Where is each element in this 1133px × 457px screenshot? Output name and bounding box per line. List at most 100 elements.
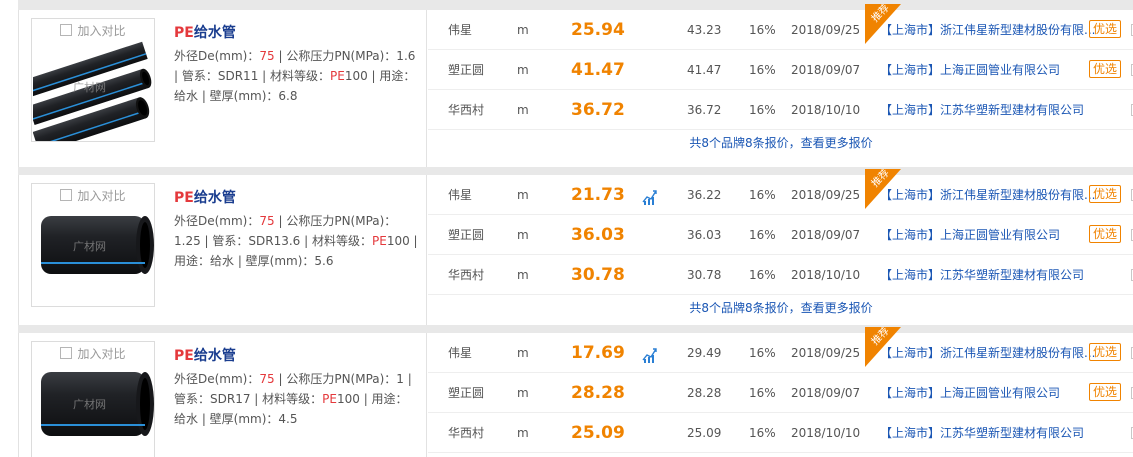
product-specs: 外径De(mm)：75 | 公称压力PN(MPa)：1.6 | 管系：SDR11… bbox=[174, 46, 419, 106]
unit: m bbox=[517, 103, 529, 117]
supplier-region: 【上海市】 bbox=[880, 426, 941, 440]
unit: m bbox=[517, 346, 529, 360]
quote-date: 2018/10/10 bbox=[791, 268, 861, 282]
price-trend-icon[interactable] bbox=[642, 333, 658, 373]
spec-od-label: 外径De(mm)： bbox=[174, 49, 260, 63]
brand-name: 伟星 bbox=[448, 23, 473, 37]
reference-price: 41.47 bbox=[687, 63, 722, 77]
unit: m bbox=[517, 188, 529, 202]
price: 41.47 bbox=[571, 60, 625, 80]
supplier-name: 浙江伟星新型建材股份有限... bbox=[940, 346, 1096, 360]
supplier-link[interactable]: 【上海市】上海正圆管业有限公司 bbox=[880, 215, 1060, 255]
price: 25.94 bbox=[571, 20, 625, 40]
recommend-label: 推荐 bbox=[869, 327, 892, 348]
spec-sdr: 管系：SDR17 | 材料等级： bbox=[174, 392, 323, 406]
add-compare-checkbox[interactable]: 加入对比 bbox=[32, 342, 154, 364]
spec-od-value: 75 bbox=[259, 49, 275, 63]
price: 36.03 bbox=[571, 225, 625, 245]
product-info: 加入对比 广材网 PE给水管 外径De(mm)：75 | 公称压力PN(MPa)：1.… bbox=[19, 175, 427, 325]
brand-name: 塑正圆 bbox=[448, 63, 485, 77]
quote-row[interactable]: 塑正圆 m 28.28 28.28 16% 2018/09/07 【上海市】上海正圆管业有限… bbox=[428, 373, 1133, 413]
supplier-name: 上海正圆管业有限公司 bbox=[940, 228, 1061, 242]
unit: m bbox=[517, 386, 529, 400]
quote-date: 2018/09/25 bbox=[791, 346, 861, 360]
product-title-text: 给水管 bbox=[193, 348, 236, 364]
add-compare-label: 加入对比 bbox=[77, 346, 126, 361]
spec-material: PE bbox=[371, 234, 387, 248]
product-specs: 外径De(mm)：75 | 公称压力PN(MPa)：1 | 管系：SDR17 |… bbox=[174, 369, 419, 429]
supplier-link[interactable]: 【上海市】浙江伟星新型建材股份有限... bbox=[880, 333, 1095, 373]
product-thumbnail[interactable]: 加入对比广材网 bbox=[31, 341, 155, 457]
quote-date: 2018/09/25 bbox=[791, 23, 861, 37]
checkbox-icon[interactable] bbox=[60, 347, 73, 359]
quote-date: 2018/09/07 bbox=[791, 228, 861, 242]
supplier-link[interactable]: 【上海市】上海正圆管业有限公司 bbox=[880, 373, 1060, 413]
checkbox-icon[interactable] bbox=[60, 189, 73, 201]
divider bbox=[18, 325, 1133, 333]
unit: m bbox=[517, 23, 529, 37]
more-quotes-link[interactable]: 共8个品牌8条报价，查看更多报价 bbox=[428, 295, 1133, 322]
supplier-link[interactable]: 【上海市】江苏华塑新型建材有限公司 bbox=[880, 255, 1084, 295]
spec-od-label: 外径De(mm)： bbox=[174, 214, 260, 228]
product-thumbnail[interactable]: 加入对比 广材网 bbox=[31, 183, 155, 307]
product-title-link[interactable]: PE给水管 bbox=[174, 187, 236, 207]
supplier-link[interactable]: 【上海市】江苏华塑新型建材有限公司 bbox=[880, 90, 1084, 130]
quote-row[interactable]: 华西村 m 36.72 36.72 16% 2018/10/10 【上海市】江苏华塑新型建材… bbox=[428, 90, 1133, 130]
supplier-link[interactable]: 【上海市】江苏华塑新型建材有限公司 bbox=[880, 413, 1084, 453]
product-title-link[interactable]: PE给水管 bbox=[174, 345, 236, 365]
pipe-image: 广材网 bbox=[33, 206, 154, 305]
supplier-link[interactable]: 【上海市】上海正圆管业有限公司 bbox=[880, 50, 1060, 90]
quote-date: 2018/10/10 bbox=[791, 103, 861, 117]
divider bbox=[18, 0, 1133, 10]
preferred-badge: 优选 bbox=[1089, 225, 1122, 243]
quote-row[interactable]: 塑正圆 m 36.03 36.03 16% 2018/09/07 【上海市】上海正圆管业有限… bbox=[428, 215, 1133, 255]
price: 17.69 bbox=[571, 343, 625, 363]
unit: m bbox=[517, 63, 529, 77]
supplier-region: 【上海市】 bbox=[880, 386, 941, 400]
product-specs: 外径De(mm)：75 | 公称压力PN(MPa)：1.25 | 管系：SDR1… bbox=[174, 211, 419, 271]
add-compare-checkbox[interactable]: 加入对比 bbox=[32, 19, 154, 41]
brand-name: 塑正圆 bbox=[448, 228, 485, 242]
spec-od-value: 75 bbox=[259, 372, 275, 386]
pipe-image: 广材网 bbox=[32, 41, 153, 141]
product-title-text: 给水管 bbox=[193, 190, 236, 206]
quote-row[interactable]: 伟星 m 25.94 43.23 16% 2018/09/25 【上海市】浙江伟星新型建材股… bbox=[428, 4, 1133, 50]
more-quotes-link[interactable]: 共8个品牌8条报价，查看更多报价 bbox=[428, 130, 1133, 157]
price-trend-icon[interactable] bbox=[642, 175, 658, 215]
unit: m bbox=[517, 268, 529, 282]
checkbox-icon[interactable] bbox=[60, 24, 73, 36]
pipe-image: 广材网 bbox=[33, 364, 154, 457]
supplier-link[interactable]: 【上海市】浙江伟星新型建材股份有限... bbox=[880, 10, 1095, 50]
quote-date: 2018/09/07 bbox=[791, 63, 861, 77]
price: 30.78 bbox=[571, 265, 625, 285]
tax-rate: 16% bbox=[749, 63, 776, 77]
recommend-badge: 推荐 bbox=[865, 169, 901, 209]
quote-row[interactable]: 塑正圆 m 41.47 41.47 16% 2018/09/07 【上海市】上海正圆管业有限… bbox=[428, 50, 1133, 90]
brand-name: 华西村 bbox=[448, 426, 485, 440]
quote-row[interactable]: 伟星 m 21.73 36.22 16% 2018/09/25 【上海市】浙江伟星新型建材股… bbox=[428, 169, 1133, 215]
preferred-badge: 优选 bbox=[1089, 343, 1122, 361]
quote-row[interactable]: 华西村 m 30.78 30.78 16% 2018/10/10 【上海市】江苏华塑新型建材… bbox=[428, 255, 1133, 295]
supplier-name: 上海正圆管业有限公司 bbox=[940, 63, 1061, 77]
product-title-prefix: PE bbox=[174, 190, 194, 206]
supplier-region: 【上海市】 bbox=[880, 228, 941, 242]
brand-name: 伟星 bbox=[448, 188, 473, 202]
spec-sdr: 管系：SDR13.6 | 材料等级： bbox=[212, 234, 372, 248]
spec-od-value: 75 bbox=[259, 214, 275, 228]
unit: m bbox=[517, 426, 529, 440]
recommend-label: 推荐 bbox=[869, 4, 892, 25]
supplier-name: 浙江伟星新型建材股份有限... bbox=[940, 188, 1096, 202]
add-compare-checkbox[interactable]: 加入对比 bbox=[32, 184, 154, 206]
quote-row[interactable]: 伟星 m 17.69 29.49 16% 2018/09/25 【上海市】浙江伟星新型建材股… bbox=[428, 327, 1133, 373]
product-thumbnail[interactable]: 加入对比广材网 bbox=[31, 18, 155, 142]
preferred-badge: 优选 bbox=[1089, 383, 1122, 401]
product-title-prefix: PE bbox=[174, 25, 194, 41]
spec-material: PE bbox=[330, 69, 345, 83]
supplier-link[interactable]: 【上海市】浙江伟星新型建材股份有限... bbox=[880, 175, 1095, 215]
quote-row[interactable]: 华西村 m 25.09 25.09 16% 2018/10/10 【上海市】江苏华塑新型建材… bbox=[428, 413, 1133, 453]
recommend-badge: 推荐 bbox=[865, 4, 901, 44]
image-watermark: 广材网 bbox=[73, 81, 106, 94]
reference-price: 43.23 bbox=[687, 23, 722, 37]
product-title-text: 给水管 bbox=[193, 25, 236, 41]
product-title-link[interactable]: PE给水管 bbox=[174, 22, 236, 42]
